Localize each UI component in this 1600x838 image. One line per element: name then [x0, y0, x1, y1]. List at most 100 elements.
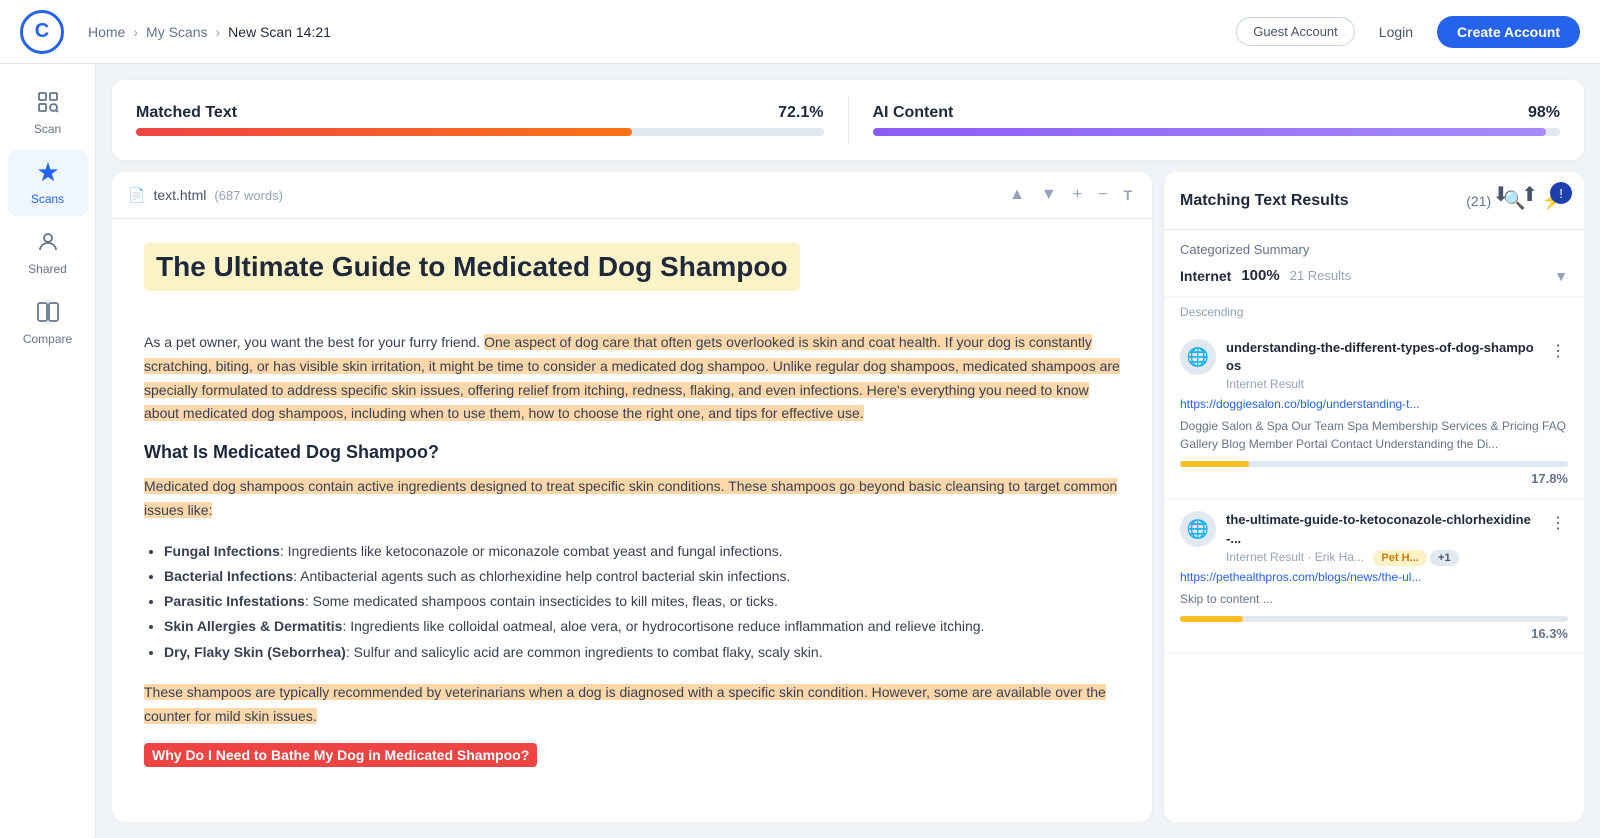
doc-para-1: As a pet owner, you want the best for yo… [144, 331, 1120, 426]
result-more-button-1[interactable]: ⋮ [1548, 339, 1568, 363]
ai-content-bar-track [873, 128, 1561, 136]
matched-text-pct: 72.1% [778, 104, 823, 122]
cat-summary-label: Categorized Summary [1180, 242, 1568, 257]
scan-icon [36, 90, 60, 118]
breadcrumb-home[interactable]: Home [88, 24, 125, 40]
right-panel-title: Matching Text Results [1180, 192, 1458, 210]
result-title-2: the-ultimate-guide-to-ketoconazole-chlor… [1226, 511, 1538, 547]
alert-button[interactable]: ! [1550, 182, 1572, 204]
ai-content-stat: AI Content 98% [873, 104, 1561, 136]
list-item: Fungal Infections: Ingredients like keto… [164, 539, 1120, 564]
result-header-2: 🌐 the-ultimate-guide-to-ketoconazole-chl… [1180, 511, 1568, 563]
list-item: Skin Allergies & Dermatitis: Ingredients… [164, 614, 1120, 639]
matched-text-bar-fill [136, 128, 632, 136]
result-url-1[interactable]: https://doggiesalon.co/blog/understandin… [1180, 397, 1568, 411]
login-button[interactable]: Login [1367, 18, 1425, 46]
result-pct-2: 16.3% [1180, 626, 1568, 641]
stats-bar: Matched Text 72.1% AI Content 98% [112, 80, 1584, 160]
minus-button[interactable]: − [1094, 182, 1111, 208]
doc-para-3: These shampoos are typically recommended… [144, 681, 1120, 729]
share-button[interactable]: ⬆ [1521, 182, 1538, 207]
guest-account-button[interactable]: Guest Account [1236, 17, 1355, 46]
result-card-1: 🌐 understanding-the-different-types-of-d… [1164, 327, 1584, 499]
result-snippet-2: Skip to content ... [1180, 590, 1568, 608]
result-snippet-1: Doggie Salon & Spa Our Team Spa Membersh… [1180, 417, 1568, 453]
sidebar-item-compare[interactable]: Compare [8, 290, 88, 356]
result-avatar-2: 🌐 [1180, 511, 1216, 547]
sidebar-compare-label: Compare [23, 332, 72, 346]
result-pct-1: 17.8% [1180, 471, 1568, 486]
result-card-2: 🌐 the-ultimate-guide-to-ketoconazole-chl… [1164, 499, 1584, 653]
compare-icon [36, 300, 60, 328]
doc-para-2: Medicated dog shampoos contain active in… [144, 475, 1120, 523]
doc-toolbar: 📄 text.html (687 words) ▲ ▼ + − T [112, 172, 1152, 219]
cat-row: Internet 100% 21 Results ▼ [1180, 267, 1568, 284]
matched-text-bar-track [136, 128, 824, 136]
results-count: (21) [1466, 193, 1491, 209]
sidebar-item-scan[interactable]: Scan [8, 80, 88, 146]
nav-down-button[interactable]: ▼ [1037, 182, 1061, 208]
doc-toolbar-right: ▲ ▼ + − T [1005, 182, 1136, 208]
nav-up-button[interactable]: ▲ [1005, 182, 1029, 208]
result-title-block-2: the-ultimate-guide-to-ketoconazole-chlor… [1226, 511, 1538, 563]
breadcrumb: Home › My Scans › New Scan 14:21 [88, 24, 331, 40]
cat-count: 21 Results [1290, 268, 1351, 283]
result-bar-track-1 [1180, 461, 1568, 467]
result-bar-fill-1 [1180, 461, 1249, 467]
document-panel: 📄 text.html (687 words) ▲ ▼ + − T The Ul… [112, 172, 1152, 822]
right-panel-body: Categorized Summary Internet 100% 21 Res… [1164, 230, 1584, 822]
doc-heading-1: What Is Medicated Dog Shampoo? [144, 442, 1120, 463]
tag-plus: +1 [1430, 550, 1459, 566]
breadcrumb-my-scans[interactable]: My Scans [146, 24, 207, 40]
list-item: Dry, Flaky Skin (Seborrhea): Sulfur and … [164, 640, 1120, 665]
app-logo: C [20, 10, 64, 54]
create-account-button[interactable]: Create Account [1437, 16, 1580, 48]
sidebar-item-scans[interactable]: Scans [8, 150, 88, 216]
doc-wrapper: 📄 text.html (687 words) ▲ ▼ + − T The Ul… [112, 172, 1584, 822]
list-item: Parasitic Infestations: Some medicated s… [164, 589, 1120, 614]
content-area: Matched Text 72.1% AI Content 98% [96, 64, 1600, 838]
doc-filename: text.html [153, 187, 206, 203]
stat-divider [848, 96, 849, 144]
result-more-button-2[interactable]: ⋮ [1548, 511, 1568, 535]
doc-list: Fungal Infections: Ingredients like keto… [144, 539, 1120, 665]
right-panel: ⬇ ⬆ ! Matching Text Results (21) 🔍 ⚡ Cat… [1164, 172, 1584, 822]
result-url-2[interactable]: https://pethealthpros.com/blogs/news/the… [1180, 570, 1568, 584]
add-button[interactable]: + [1069, 182, 1086, 208]
download-button[interactable]: ⬇ [1492, 182, 1509, 207]
cat-tag: Internet [1180, 268, 1231, 284]
result-bar-track-2 [1180, 616, 1568, 622]
matched-text-label: Matched Text [136, 104, 237, 122]
scans-icon [36, 160, 60, 188]
file-icon: 📄 [128, 187, 145, 204]
result-title-block-1: understanding-the-different-types-of-dog… [1226, 339, 1538, 391]
sidebar: Scan Scans Shared [0, 64, 96, 838]
categorized-summary: Categorized Summary Internet 100% 21 Res… [1164, 230, 1584, 297]
ai-content-bar-fill [873, 128, 1547, 136]
breadcrumb-sep-1: › [133, 24, 138, 40]
nav-right: Guest Account Login Create Account [1236, 16, 1580, 48]
shared-icon [36, 230, 60, 258]
result-type-2: Internet Result · Erik Ha... Pet H... +1 [1226, 550, 1538, 564]
chevron-down-icon[interactable]: ▼ [1554, 268, 1568, 284]
result-type-1: Internet Result [1226, 377, 1538, 391]
ai-content-label: AI Content [873, 104, 954, 122]
sort-label: Descending [1164, 297, 1584, 327]
doc-title: The Ultimate Guide to Medicated Dog Sham… [144, 243, 800, 291]
font-button[interactable]: T [1119, 183, 1136, 207]
result-title-1: understanding-the-different-types-of-dog… [1226, 339, 1538, 375]
sidebar-scan-label: Scan [34, 122, 61, 136]
sidebar-shared-label: Shared [28, 262, 67, 276]
result-header-1: 🌐 understanding-the-different-types-of-d… [1180, 339, 1568, 391]
tag-pet-h: Pet H... [1373, 550, 1426, 566]
result-bar-fill-2 [1180, 616, 1243, 622]
result-avatar-1: 🌐 [1180, 339, 1216, 375]
sidebar-item-shared[interactable]: Shared [8, 220, 88, 286]
ai-content-pct: 98% [1528, 104, 1560, 122]
sidebar-scans-label: Scans [31, 192, 64, 206]
matched-text-stat: Matched Text 72.1% [136, 104, 824, 136]
doc-word-count: (687 words) [214, 188, 283, 203]
doc-para-4: Why Do I Need to Bathe My Dog in Medicat… [144, 744, 1120, 768]
doc-content: The Ultimate Guide to Medicated Dog Sham… [112, 219, 1152, 822]
breadcrumb-current: New Scan 14:21 [228, 24, 331, 40]
